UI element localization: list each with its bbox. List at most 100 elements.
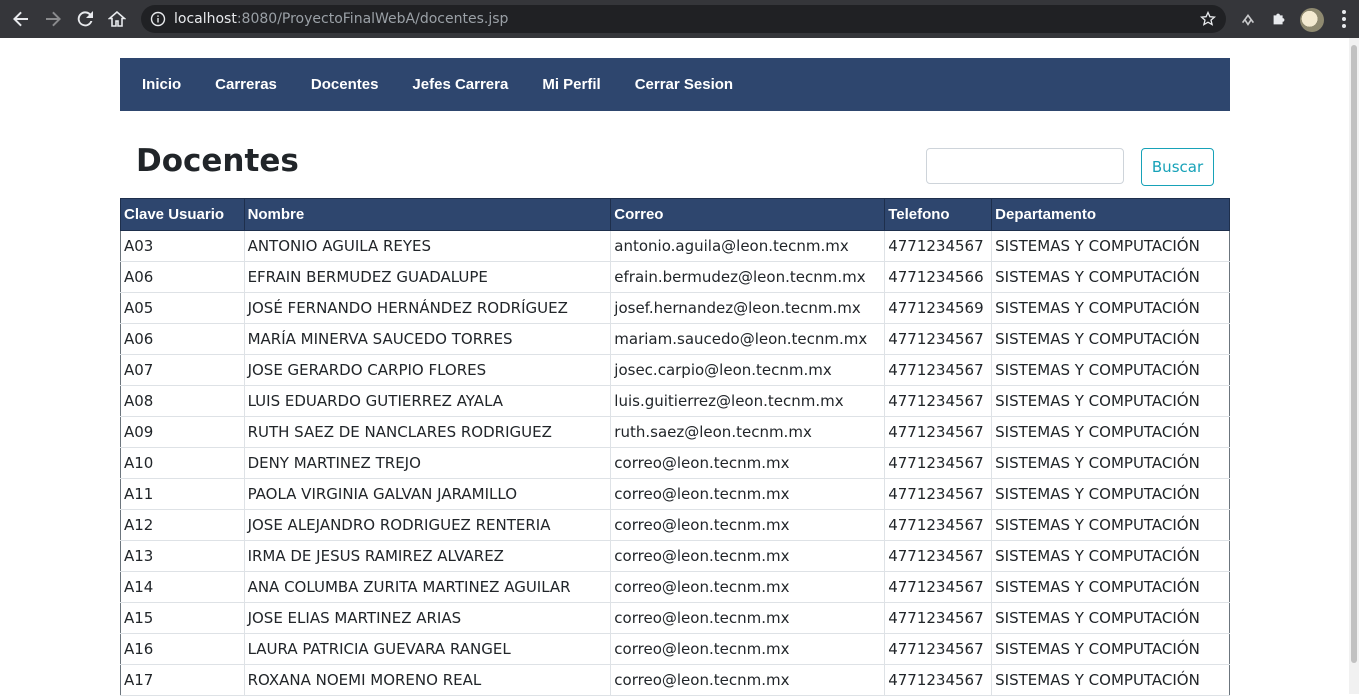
cell-correo: ruth.saez@leon.tecnm.mx (610, 416, 886, 448)
table-row: A08 LUIS EDUARDO GUTIERREZ AYALA luis.guit… (120, 385, 1230, 417)
cell-clave: A08 (120, 385, 245, 417)
cell-telefono: 4771234567 (884, 385, 993, 417)
nav-mi-perfil[interactable]: Mi Perfil (542, 76, 600, 93)
cell-correo: josec.carpio@leon.tecnm.mx (610, 354, 886, 386)
cell-nombre: LAURA PATRICIA GUEVARA RANGEL (243, 633, 612, 665)
table-row: A03 ANTONIO AGUILA REYES antonio.aguila@le… (120, 230, 1230, 262)
cell-departamento: SISTEMAS Y COMPUTACIÓN (991, 385, 1230, 417)
table-row: A15 JOSE ELIAS MARTINEZ ARIAS correo@leon.… (120, 602, 1230, 634)
header-nombre: Nombre (243, 198, 612, 231)
bookmark-star-icon[interactable] (1200, 11, 1216, 27)
nav-carreras[interactable]: Carreras (215, 76, 277, 93)
cell-telefono: 4771234567 (884, 416, 993, 448)
menu-kebab-icon[interactable] (1336, 9, 1352, 29)
cell-clave: A06 (120, 323, 245, 355)
table-row: A07 JOSE GERARDO CARPIO FLORES josec.carpi… (120, 354, 1230, 386)
address-bar[interactable]: localhost:8080/ProyectoFinalWebA/docente… (141, 5, 1226, 33)
cell-departamento: SISTEMAS Y COMPUTACIÓN (991, 261, 1230, 293)
table-row: A05 JOSÉ FERNANDO HERNÁNDEZ RODRÍGUEZ jose… (120, 292, 1230, 324)
cell-nombre: RUTH SAEZ DE NANCLARES RODRIGUEZ (243, 416, 612, 448)
cell-nombre: IRMA DE JESUS RAMIREZ ALVAREZ (243, 540, 612, 572)
cell-departamento: SISTEMAS Y COMPUTACIÓN (991, 540, 1230, 572)
nav-docentes[interactable]: Docentes (311, 76, 379, 93)
header-correo: Correo (610, 198, 886, 231)
cell-nombre: ANTONIO AGUILA REYES (243, 230, 612, 262)
cell-correo: efrain.bermudez@leon.tecnm.mx (610, 261, 886, 293)
cell-nombre: PAOLA VIRGINIA GALVAN JARAMILLO (243, 478, 612, 510)
cell-telefono: 4771234567 (884, 540, 993, 572)
cell-correo: correo@leon.tecnm.mx (610, 571, 886, 603)
reload-icon[interactable] (69, 3, 101, 35)
header-clave-usuario: Clave Usuario (120, 198, 245, 231)
table-body: A03 ANTONIO AGUILA REYES antonio.aguila@le… (120, 230, 1230, 696)
url-text: localhost:8080/ProyectoFinalWebA/docente… (174, 11, 508, 27)
cell-correo: correo@leon.tecnm.mx (610, 509, 886, 541)
url-path: :8080/ProyectoFinalWebA/docentes.jsp (236, 11, 509, 27)
cell-correo: correo@leon.tecnm.mx (610, 447, 886, 479)
cell-telefono: 4771234567 (884, 323, 993, 355)
table-row: A17 ROXANA NOEMI MORENO REAL correo@leon.t… (120, 664, 1230, 696)
cell-departamento: SISTEMAS Y COMPUTACIÓN (991, 664, 1230, 696)
cell-telefono: 4771234567 (884, 602, 993, 634)
cell-departamento: SISTEMAS Y COMPUTACIÓN (991, 447, 1230, 479)
puzzle-icon[interactable] (1269, 9, 1289, 29)
cell-correo: correo@leon.tecnm.mx (610, 478, 886, 510)
extension-icon[interactable] (1238, 9, 1258, 29)
cell-telefono: 4771234567 (884, 509, 993, 541)
cell-departamento: SISTEMAS Y COMPUTACIÓN (991, 230, 1230, 262)
cell-telefono: 4771234567 (884, 664, 993, 696)
cell-correo: correo@leon.tecnm.mx (610, 602, 886, 634)
cell-clave: A14 (120, 571, 245, 603)
cell-nombre: EFRAIN BERMUDEZ GUADALUPE (243, 261, 612, 293)
nav-inicio[interactable]: Inicio (142, 76, 181, 93)
nav-jefes-carrera[interactable]: Jefes Carrera (412, 76, 508, 93)
cell-telefono: 4771234567 (884, 571, 993, 603)
cell-nombre: JOSÉ FERNANDO HERNÁNDEZ RODRÍGUEZ (243, 292, 612, 324)
cell-nombre: JOSE ALEJANDRO RODRIGUEZ RENTERIA (243, 509, 612, 541)
cell-telefono: 4771234567 (884, 633, 993, 665)
search-button[interactable]: Buscar (1141, 148, 1214, 186)
cell-departamento: SISTEMAS Y COMPUTACIÓN (991, 354, 1230, 386)
forward-icon[interactable] (37, 3, 69, 35)
cell-telefono: 4771234567 (884, 478, 993, 510)
cell-clave: A17 (120, 664, 245, 696)
cell-departamento: SISTEMAS Y COMPUTACIÓN (991, 323, 1230, 355)
cell-correo: luis.guitierrez@leon.tecnm.mx (610, 385, 886, 417)
cell-correo: mariam.saucedo@leon.tecnm.mx (610, 323, 886, 355)
cell-clave: A05 (120, 292, 245, 324)
table-row: A12 JOSE ALEJANDRO RODRIGUEZ RENTERIA corr… (120, 509, 1230, 541)
cell-departamento: SISTEMAS Y COMPUTACIÓN (991, 292, 1230, 324)
cell-telefono: 4771234567 (884, 447, 993, 479)
table-row: A10 DENY MARTINEZ TREJO correo@leon.tecnm.… (120, 447, 1230, 479)
cell-departamento: SISTEMAS Y COMPUTACIÓN (991, 416, 1230, 448)
home-icon[interactable] (101, 3, 133, 35)
info-icon[interactable] (150, 11, 166, 27)
cell-correo: correo@leon.tecnm.mx (610, 540, 886, 572)
cell-telefono: 4771234567 (884, 230, 993, 262)
table-row: A09 RUTH SAEZ DE NANCLARES RODRIGUEZ ruth.… (120, 416, 1230, 448)
cell-correo: correo@leon.tecnm.mx (610, 633, 886, 665)
cell-clave: A16 (120, 633, 245, 665)
table-row: A16 LAURA PATRICIA GUEVARA RANGEL correo@l… (120, 633, 1230, 665)
cell-nombre: DENY MARTINEZ TREJO (243, 447, 612, 479)
table-header-row: Clave Usuario Nombre Correo Telefono Dep… (120, 198, 1230, 231)
table-row: A13 IRMA DE JESUS RAMIREZ ALVAREZ correo@l… (120, 540, 1230, 572)
cell-clave: A15 (120, 602, 245, 634)
docentes-table: Clave Usuario Nombre Correo Telefono Dep… (120, 198, 1230, 696)
cell-departamento: SISTEMAS Y COMPUTACIÓN (991, 633, 1230, 665)
cell-departamento: SISTEMAS Y COMPUTACIÓN (991, 509, 1230, 541)
page-title: Docentes (136, 143, 299, 179)
cell-clave: A03 (120, 230, 245, 262)
cell-departamento: SISTEMAS Y COMPUTACIÓN (991, 571, 1230, 603)
main-navbar: Inicio Carreras Docentes Jefes Carrera M… (120, 58, 1230, 111)
back-icon[interactable] (5, 3, 37, 35)
scrollbar-thumb[interactable] (1351, 45, 1357, 663)
cell-clave: A09 (120, 416, 245, 448)
profile-avatar[interactable] (1300, 8, 1324, 32)
cell-correo: josef.hernandez@leon.tecnm.mx (610, 292, 886, 324)
cell-correo: antonio.aguila@leon.tecnm.mx (610, 230, 886, 262)
table-row: A06 EFRAIN BERMUDEZ GUADALUPE efrain.bermu… (120, 261, 1230, 293)
search-input[interactable] (926, 148, 1124, 184)
cell-correo: correo@leon.tecnm.mx (610, 664, 886, 696)
nav-cerrar-sesion[interactable]: Cerrar Sesion (635, 76, 733, 93)
